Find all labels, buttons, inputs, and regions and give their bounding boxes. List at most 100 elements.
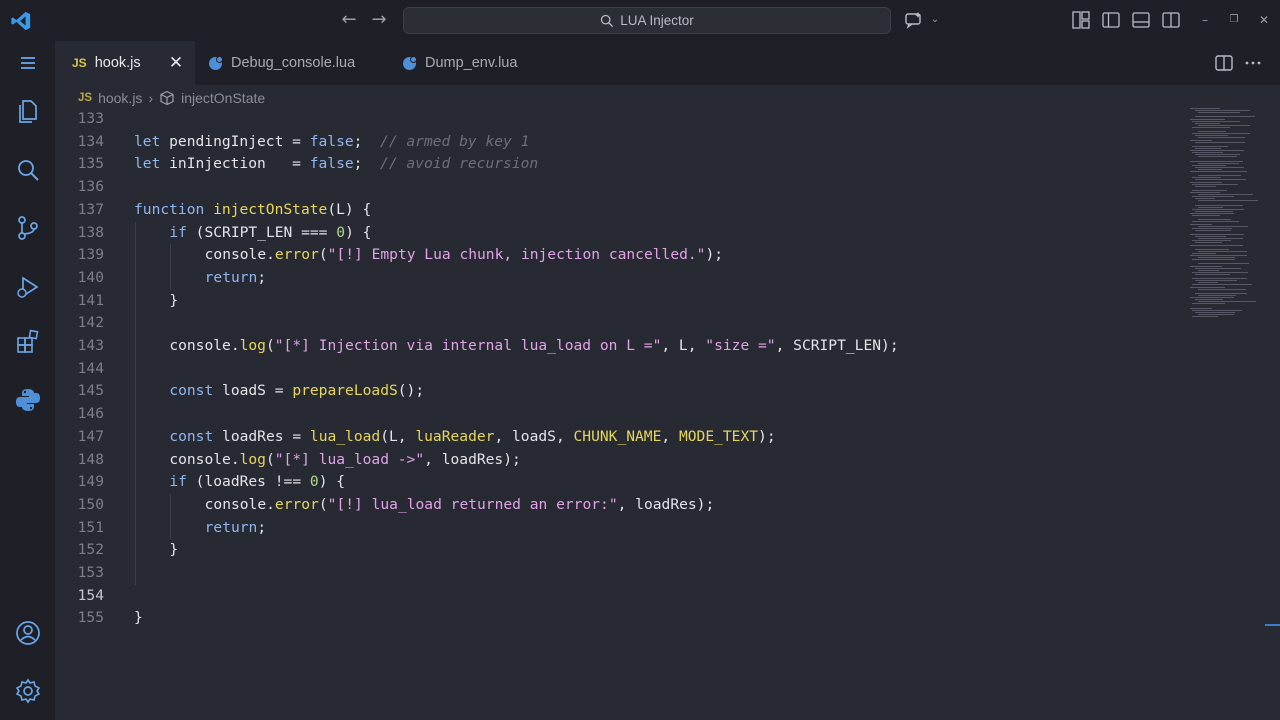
minimap-line [1190, 139, 1212, 141]
minimap-line [1192, 284, 1252, 286]
chevron-down-icon[interactable]: ⌄ [925, 10, 945, 30]
minimap-line [1195, 147, 1221, 149]
minimap-line [1192, 309, 1242, 311]
code-token: , loadRes); [617, 495, 715, 513]
minimap-line [1198, 301, 1256, 303]
code-line[interactable]: 143 console.log("[*] Injection via intern… [55, 335, 1185, 358]
code-line[interactable]: 146 [55, 403, 1185, 426]
restore-icon[interactable]: ❐ [1224, 10, 1244, 30]
extensions-icon[interactable] [14, 328, 42, 356]
code-token: ; [257, 518, 267, 536]
code-token: // armed by key 1 [380, 132, 530, 150]
code-text: console.error("[!] lua_load returned an … [205, 494, 715, 517]
code-token: const [169, 427, 214, 445]
minimap-line [1192, 208, 1244, 210]
code-line[interactable]: 152} [55, 539, 1185, 562]
code-line[interactable]: 150 console.error("[!] lua_load returned … [55, 494, 1185, 517]
minimap-line [1192, 271, 1248, 273]
minimap-line [1198, 168, 1222, 170]
tab-dump-env-lua[interactable]: Dump_env.lua [389, 41, 559, 85]
code-line[interactable]: 141} [55, 290, 1185, 313]
code-token: , SCRIPT_LEN); [775, 337, 899, 354]
tab-hook-js[interactable]: JS hook.js ✕ [55, 41, 195, 85]
minimap-line [1198, 124, 1250, 126]
indent-guide [170, 244, 172, 290]
source-control-icon[interactable] [14, 214, 42, 242]
more-actions-icon[interactable] [1243, 53, 1263, 73]
minimap-line [1190, 150, 1244, 151]
python-icon[interactable] [14, 386, 42, 414]
minimap-line [1190, 286, 1225, 288]
chevron-right-icon: › [148, 90, 154, 106]
code-token: inInjection = [160, 155, 310, 173]
customize-layout-icon[interactable] [1071, 10, 1091, 30]
indent-guide [135, 221, 136, 585]
copilot-icon[interactable] [904, 10, 924, 30]
minimap-line [1192, 133, 1250, 135]
code-line[interactable]: 154 [55, 585, 1185, 608]
back-arrow-icon[interactable]: ← [338, 9, 360, 31]
close-icon[interactable]: ✕ [167, 54, 185, 72]
command-center-label: LUA Injector [620, 13, 694, 28]
code-line[interactable]: 145 const loadS = prepareLoadS(); [55, 380, 1185, 403]
code-token: error [274, 495, 319, 513]
code-editor[interactable]: 133 134 let pendingInject = false; // arme… [55, 108, 1185, 720]
explorer-icon[interactable] [14, 97, 42, 125]
minimap-line [1192, 145, 1228, 147]
code-text: console.log("[*] Injection via internal … [169, 335, 898, 358]
toggle-secondary-sidebar-icon[interactable] [1161, 10, 1181, 30]
breadcrumb-file[interactable]: hook.js [98, 90, 142, 106]
code-line[interactable]: 133 [55, 108, 1185, 131]
minimap-line [1190, 234, 1244, 235]
code-token: ( [318, 246, 328, 264]
minimap[interactable] [1187, 108, 1267, 328]
search-icon[interactable] [14, 156, 42, 184]
code-line[interactable]: 136 [55, 176, 1185, 199]
breadcrumb-symbol[interactable]: injectOnState [181, 90, 265, 106]
split-editor-icon[interactable] [1214, 53, 1234, 73]
minimap-line [1195, 273, 1230, 275]
minimap-line [1190, 223, 1212, 225]
toggle-primary-sidebar-icon[interactable] [1101, 10, 1121, 30]
code-line[interactable]: 153 [55, 562, 1185, 585]
minimap-line [1198, 194, 1253, 196]
code-token: (loadRes !== [186, 473, 310, 491]
minimap-line [1190, 244, 1243, 246]
code-line[interactable]: 138 if (SCRIPT_LEN === 0) { [55, 222, 1185, 245]
code-line[interactable]: 139 console.error("[!] Empty Lua chunk, i… [55, 244, 1185, 267]
code-text: } [134, 607, 143, 630]
code-token: ( [265, 337, 275, 354]
code-line[interactable]: 155} [55, 607, 1185, 630]
minimap-line [1198, 200, 1258, 202]
code-line[interactable]: 140 return; [55, 267, 1185, 290]
menu-icon[interactable] [14, 49, 42, 77]
code-line[interactable]: 149 if (loadRes !== 0) { [55, 471, 1185, 494]
line-number: 149 [77, 473, 104, 491]
code-token: injectOnState [213, 200, 328, 218]
minimap-line [1195, 311, 1235, 313]
tab-debug-console-lua[interactable]: Debug_console.lua [195, 41, 389, 85]
code-line[interactable]: 148 console.log("[*] lua_load ->", loadRe… [55, 449, 1185, 472]
code-line[interactable]: 135 let inInjection = false; // avoid rec… [55, 153, 1185, 176]
code-line[interactable]: 142 [55, 312, 1185, 335]
minimap-line [1190, 118, 1225, 120]
minimap-line [1195, 110, 1250, 112]
forward-arrow-icon[interactable]: → [368, 9, 390, 31]
minimap-line [1195, 210, 1233, 212]
command-center-search[interactable]: LUA Injector [403, 7, 891, 34]
code-line[interactable]: 137 function injectOnState(L) { [55, 199, 1185, 222]
minimap-line [1190, 192, 1220, 193]
code-line[interactable]: 147 const loadRes = lua_load(L, luaReader… [55, 426, 1185, 449]
minimap-line [1198, 219, 1231, 221]
minimize-icon[interactable]: – [1195, 10, 1215, 30]
settings-gear-icon[interactable] [14, 677, 42, 705]
code-token: 0 [309, 473, 319, 491]
toggle-panel-icon[interactable] [1131, 10, 1151, 30]
code-line[interactable]: 134 let pendingInject = false; // armed b… [55, 131, 1185, 154]
scrollbar-marker[interactable] [1265, 624, 1280, 626]
code-line[interactable]: 151 return; [55, 517, 1185, 540]
run-debug-icon[interactable] [14, 273, 42, 301]
account-icon[interactable] [14, 619, 42, 647]
code-line[interactable]: 144 [55, 358, 1185, 381]
close-window-icon[interactable]: ✕ [1254, 10, 1274, 30]
